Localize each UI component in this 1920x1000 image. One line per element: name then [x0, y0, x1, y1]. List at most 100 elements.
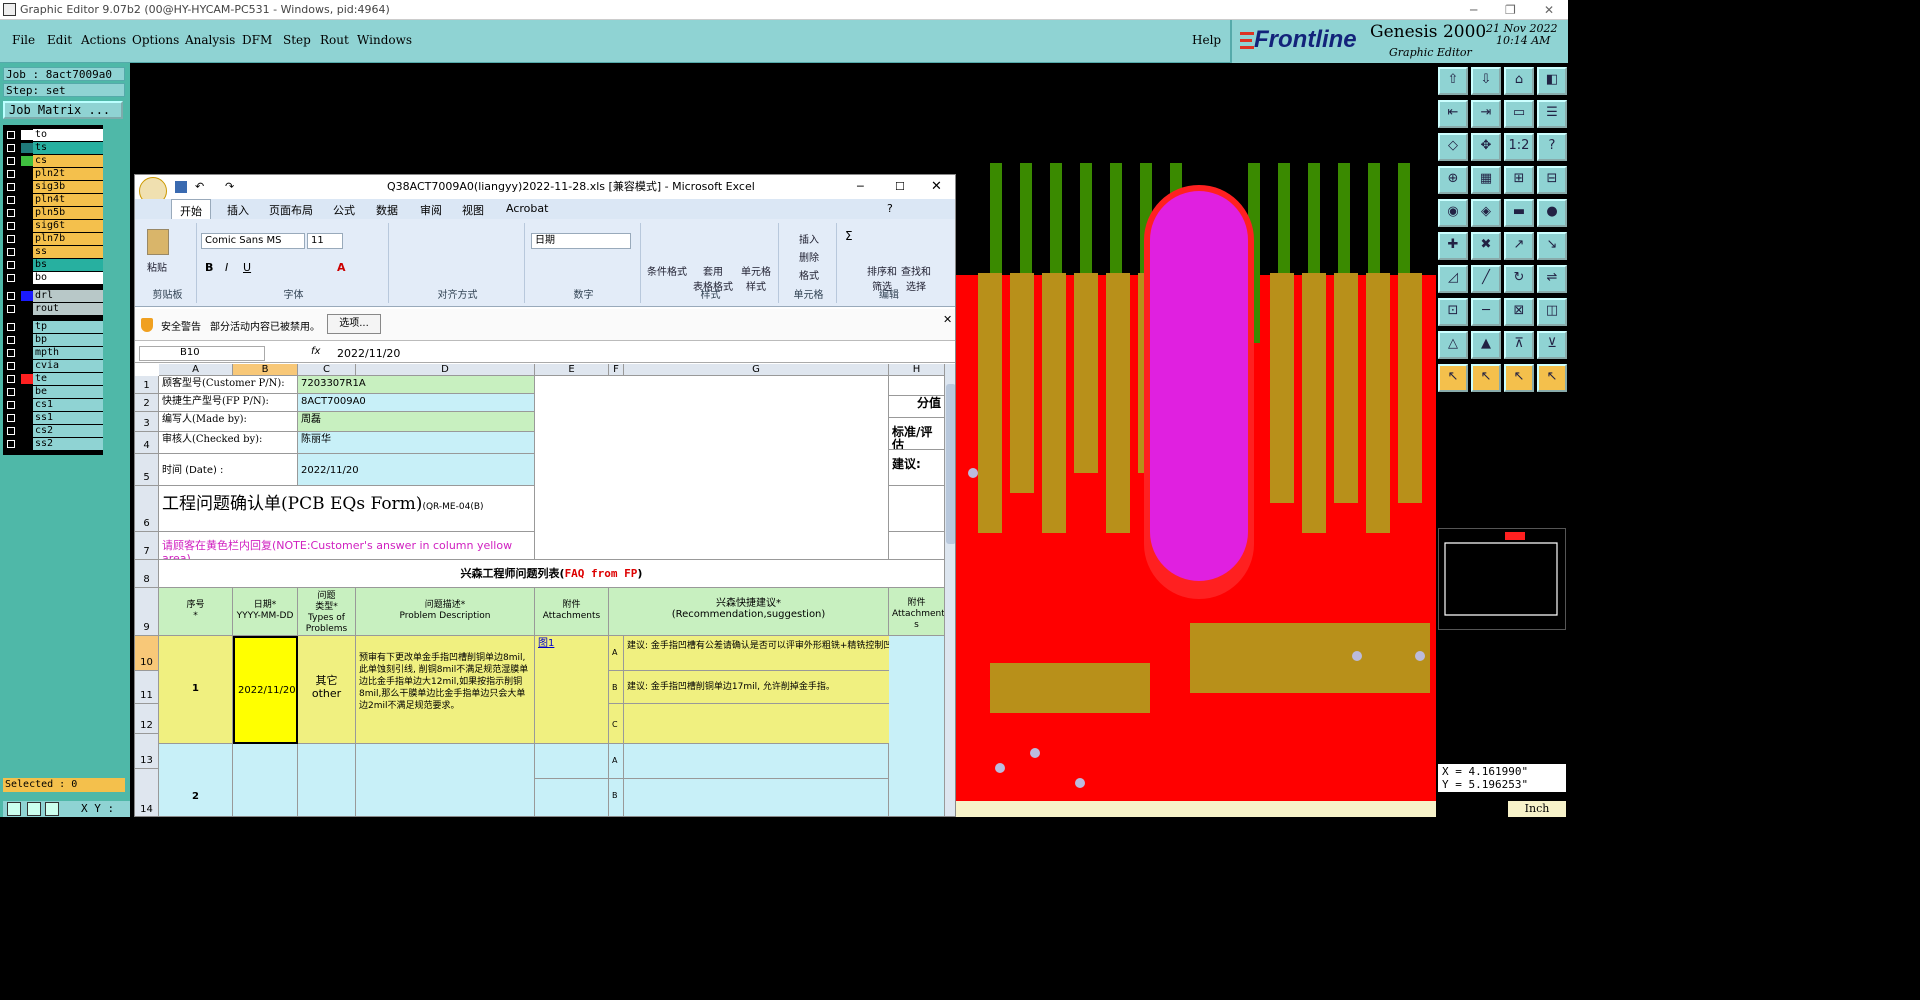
layer-checkbox[interactable]	[7, 336, 15, 344]
layer-checkbox[interactable]	[7, 222, 15, 230]
layer-name[interactable]: to	[33, 129, 103, 141]
save-icon[interactable]	[175, 181, 187, 193]
layer-checkbox[interactable]	[7, 375, 15, 383]
layer-row[interactable]: pln5b	[3, 207, 103, 219]
layer-color-swatch[interactable]	[21, 413, 33, 423]
layer-name[interactable]: pln4t	[33, 194, 103, 206]
layer-name[interactable]: drl	[33, 290, 103, 302]
layer-row[interactable]: pln4t	[3, 194, 103, 206]
measure-icon[interactable]: △	[1438, 331, 1468, 359]
layer-row[interactable]: cvia	[3, 360, 103, 372]
bold-icon[interactable]: B	[205, 261, 213, 274]
layer-checkbox[interactable]	[7, 292, 15, 300]
layer-row[interactable]: bs	[3, 259, 103, 271]
layer-color-swatch[interactable]	[21, 304, 33, 314]
layer-color-swatch[interactable]	[21, 400, 33, 410]
clip-icon[interactable]: ⊠	[1504, 298, 1534, 326]
list-icon[interactable]: ☰	[1537, 100, 1567, 128]
sheet-cell[interactable]: 2022/11/20	[233, 636, 298, 744]
sum-icon[interactable]: Σ	[845, 229, 853, 243]
layer-row[interactable]: cs1	[3, 399, 103, 411]
sheet-cell[interactable]: 1	[159, 636, 233, 744]
row-header[interactable]: 3	[135, 412, 159, 432]
layer-color-swatch[interactable]	[21, 130, 33, 140]
snap-pad-icon[interactable]: ◉	[1438, 199, 1468, 227]
column-header[interactable]: B	[233, 364, 298, 376]
layer-name[interactable]: ts	[33, 142, 103, 154]
fit-icon[interactable]: ◇	[1438, 133, 1468, 161]
sheet-cell[interactable]: 编写人(Made by):	[159, 412, 298, 432]
row-header[interactable]: 6	[135, 486, 159, 532]
layer-name[interactable]: ss	[33, 246, 103, 258]
sheet-cell[interactable]: 问题 类型* Types of Problems	[298, 588, 356, 636]
layer-color-swatch[interactable]	[21, 221, 33, 231]
row-header[interactable]: 14	[135, 769, 159, 816]
column-header[interactable]: H	[889, 364, 945, 376]
security-close-icon[interactable]: ✕	[943, 313, 952, 326]
layer-color-swatch[interactable]	[21, 234, 33, 244]
row-header[interactable]: 11	[135, 671, 159, 704]
sheet-cell[interactable]: 2022/11/20	[298, 454, 535, 486]
sheet-cell[interactable]	[889, 532, 945, 560]
layer-name[interactable]: ss1	[33, 412, 103, 424]
layer-checkbox[interactable]	[7, 388, 15, 396]
split-icon[interactable]: ◧	[1537, 67, 1567, 95]
pad-icon[interactable]: ●	[1537, 199, 1567, 227]
layer-row[interactable]: to	[3, 129, 103, 141]
sheet-cell[interactable]: 快捷生产型号(FP P/N):	[159, 394, 298, 412]
sheet-cell[interactable]: 日期* YYYY-MM-DD	[233, 588, 298, 636]
layer-color-swatch[interactable]	[21, 156, 33, 166]
sheet-cell[interactable]: B	[609, 671, 624, 704]
conditional-format-button[interactable]: 条件格式	[647, 263, 687, 278]
move-up-icon[interactable]: ⇧	[1438, 67, 1468, 95]
arc-cw-icon[interactable]: ↗	[1504, 232, 1534, 260]
sheet-cell[interactable]: 预审有下更改单金手指凹槽削铜单边8mil, 此单蚀刻引线, 削铜8mil不满足规…	[356, 636, 535, 744]
column-header[interactable]: G	[624, 364, 889, 376]
sheet-cell[interactable]: 问题描述* Problem Description	[356, 588, 535, 636]
snap-icon[interactable]	[7, 802, 21, 816]
sheet-cell[interactable]: 其它 other	[298, 636, 356, 744]
sheet-cell[interactable]: 分值	[889, 396, 945, 418]
add-layer-icon[interactable]: ⊕	[1438, 166, 1468, 194]
layer-name[interactable]: sig6t	[33, 220, 103, 232]
number-format-box[interactable]: 日期	[531, 233, 631, 249]
layer-name[interactable]: bo	[33, 272, 103, 284]
drill-icon[interactable]: ⊻	[1537, 331, 1567, 359]
panel-icon[interactable]: ◫	[1537, 298, 1567, 326]
tab-review[interactable]: 审阅	[420, 202, 442, 218]
layer-row[interactable]: te	[3, 373, 103, 385]
layer-row[interactable]: cs2	[3, 425, 103, 437]
move-down-icon[interactable]: ⇩	[1471, 67, 1501, 95]
layer-name[interactable]: cs	[33, 155, 103, 167]
row-header[interactable]: 5	[135, 454, 159, 486]
sheet-cell[interactable]: 附件 Attachments	[535, 588, 609, 636]
delete-node-icon[interactable]: ✖	[1471, 232, 1501, 260]
layer-color-swatch[interactable]	[21, 247, 33, 257]
select-3-icon[interactable]: ↖	[1504, 364, 1534, 392]
excel-minimize[interactable]: ─	[857, 175, 864, 199]
layer-color-swatch[interactable]	[21, 208, 33, 218]
tab-acrobat[interactable]: Acrobat	[506, 202, 548, 215]
column-header[interactable]: A	[159, 364, 233, 376]
menu-actions[interactable]: Actions	[81, 33, 126, 47]
sheet-cell[interactable]: 2	[159, 744, 233, 816]
line-icon[interactable]: ▬	[1504, 199, 1534, 227]
layer-checkbox[interactable]	[7, 196, 15, 204]
layer-color-swatch[interactable]	[21, 335, 33, 345]
triangle-icon[interactable]: ◿	[1438, 265, 1468, 293]
collapse-icon[interactable]: ⊟	[1537, 166, 1567, 194]
sheet-cell[interactable]: 7203307R1A	[298, 376, 535, 394]
layer-color-swatch[interactable]	[21, 322, 33, 332]
layer-name[interactable]: ss2	[33, 438, 103, 450]
sheet-cell[interactable]	[889, 376, 945, 396]
font-name-box[interactable]: Comic Sans MS	[201, 233, 305, 249]
zoom-ratio-icon[interactable]: 1:2	[1504, 133, 1534, 161]
layer-name[interactable]: cs2	[33, 425, 103, 437]
layer-name[interactable]: tp	[33, 321, 103, 333]
layer-row[interactable]: pln7b	[3, 233, 103, 245]
sheet-cell[interactable]: A	[609, 636, 624, 671]
layer-checkbox[interactable]	[7, 401, 15, 409]
layer-row[interactable]: rout	[3, 303, 103, 315]
layer-checkbox[interactable]	[7, 305, 15, 313]
polygon-icon[interactable]: ▲	[1471, 331, 1501, 359]
